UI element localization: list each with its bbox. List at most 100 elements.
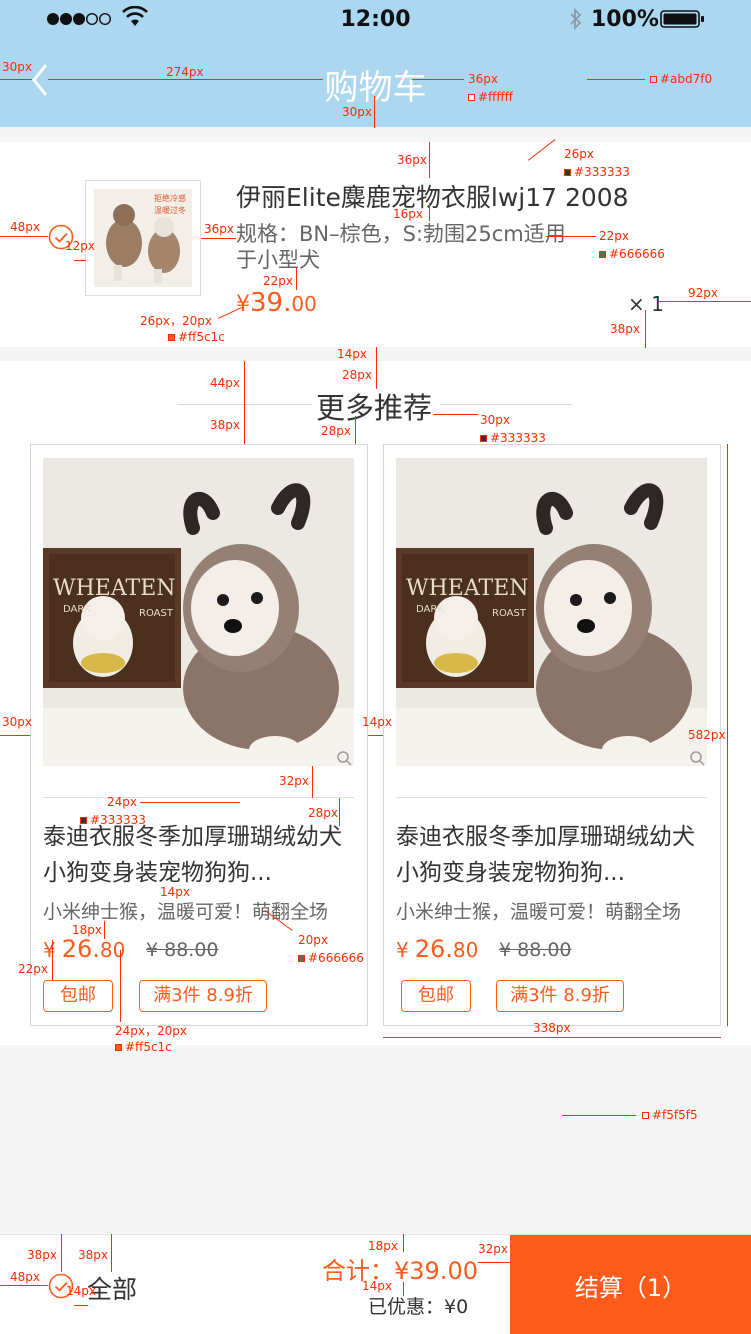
- image-sub-text-2: ROAST: [492, 608, 526, 619]
- battery-icon: [660, 9, 706, 29]
- product-title[interactable]: 泰迪衣服冬季加厚珊瑚绒幼犬小狗变身装宠物狗狗...: [396, 819, 714, 891]
- annotation-label: 14px: [362, 715, 392, 729]
- annotation-color-text: #333333: [90, 813, 146, 827]
- product-thumbnail[interactable]: 拒绝冷感 温暖过冬: [85, 180, 201, 296]
- annotation-label: 38px: [78, 1248, 108, 1262]
- color-swatch: [115, 1044, 122, 1051]
- free-shipping-tag: 包邮: [401, 980, 471, 1012]
- annotation-color: #ff5c1c: [168, 330, 225, 344]
- product-image[interactable]: WHEATEN DARK ROAST: [396, 458, 707, 766]
- product-title[interactable]: 泰迪衣服冬季加厚珊瑚绒幼犬小狗变身装宠物狗狗...: [43, 819, 361, 891]
- annotation-color: #333333: [80, 813, 146, 827]
- price-decimal: 80: [99, 938, 126, 962]
- card-divider: [43, 797, 354, 798]
- annotation-label: 14px: [337, 347, 367, 361]
- annotation-label: 12px: [65, 239, 95, 253]
- product-price: ¥26.80: [43, 935, 125, 963]
- annotation-line: [339, 798, 340, 826]
- color-swatch: [564, 169, 571, 176]
- discount-tag: 满3件 8.9折: [139, 980, 267, 1012]
- annotation-line: [374, 96, 375, 128]
- annotation-line: [368, 735, 383, 736]
- price-symbol: ¥: [43, 938, 56, 962]
- total-value: ¥39.00: [394, 1257, 478, 1285]
- annotation-label: 14px: [160, 885, 190, 899]
- title-divider-left: [178, 404, 312, 405]
- product-spec: 规格：BN–棕色，S:勃围25cm适用于小型犬: [236, 222, 566, 272]
- image-sub-text-1: DARK: [63, 604, 91, 615]
- annotation-line: [376, 347, 377, 361]
- image-sub-text-2: ROAST: [139, 608, 173, 619]
- annotation-label: 338px: [533, 1021, 571, 1035]
- annotation-line: [546, 236, 596, 237]
- title-divider-right: [440, 404, 572, 405]
- product-name[interactable]: 伊丽Elite麋鹿宠物衣服lwj17 2008: [236, 178, 636, 214]
- annotation-line: [376, 361, 377, 389]
- annotation-line: [296, 268, 297, 290]
- annotation-label: 26px，20px: [140, 314, 212, 328]
- annotation-color-text: #ff5c1c: [125, 1040, 172, 1054]
- product-card[interactable]: WHEATEN DARK ROAST 泰迪衣服冬季加厚珊瑚绒幼犬小狗变身装宠物狗…: [383, 444, 721, 1026]
- annotation-color: #333333: [564, 165, 630, 179]
- annotation-color: #ffffff: [468, 90, 513, 104]
- annotation-label: 30px: [2, 60, 32, 74]
- annotation-label: 30px: [342, 105, 372, 119]
- annotation-line: [74, 1305, 88, 1306]
- annotation-line: [587, 79, 645, 80]
- price-integer: 26.: [414, 935, 453, 963]
- annotation-color-text: #ff5c1c: [178, 330, 225, 344]
- annotation-line: [244, 361, 245, 444]
- annotation-label: 18px: [72, 923, 102, 937]
- annotation-line: [312, 766, 313, 798]
- annotation-label: 18px: [368, 1239, 398, 1253]
- annotation-line: [562, 1115, 636, 1116]
- annotation-label: 24px，20px: [115, 1024, 187, 1038]
- color-swatch: [480, 435, 487, 442]
- annotation-color: #666666: [298, 951, 364, 965]
- annotation-label: 28px: [321, 424, 351, 438]
- cart-item: 拒绝冷感 温暖过冬 伊丽Elite麋鹿宠物衣服lwj17 2008 规格：BN–…: [0, 142, 751, 347]
- annotation-line: [355, 416, 356, 444]
- annotation-line: [104, 921, 105, 939]
- status-bar: 12:00 100%: [0, 0, 751, 40]
- annotation-label: 24px: [107, 795, 137, 809]
- annotation-color: #ff5c1c: [115, 1040, 172, 1054]
- page-title: 购物车: [324, 68, 427, 108]
- annotation-line: [412, 79, 464, 80]
- annotation-label: 36px: [397, 153, 427, 167]
- annotation-color-text: #666666: [609, 247, 665, 261]
- annotation-label: 32px: [279, 774, 309, 788]
- annotation-label: 36px: [204, 222, 234, 236]
- annotation-line: [52, 940, 53, 980]
- checkout-button[interactable]: 结算（1）: [510, 1235, 751, 1334]
- annotation-color-text: #333333: [574, 165, 630, 179]
- annotation-line: [140, 802, 240, 803]
- product-image[interactable]: WHEATEN DARK ROAST: [43, 458, 354, 766]
- annotation-line: [429, 203, 430, 221]
- annotation-color: #333333: [480, 431, 546, 445]
- annotation-label: 48px: [10, 1270, 40, 1284]
- price-symbol: ¥: [236, 292, 250, 317]
- annotation-label: 30px: [2, 715, 32, 729]
- annotation-line: [383, 1037, 721, 1038]
- thumb-tag-line1: 拒绝冷感: [154, 194, 186, 203]
- color-swatch: [650, 76, 657, 83]
- annotation-label: 48px: [10, 220, 40, 234]
- price-integer: 39.: [250, 288, 292, 318]
- annotation-label: 38px: [610, 322, 640, 336]
- annotation-line: [403, 1282, 404, 1296]
- annotation-label: 38px: [27, 1248, 57, 1262]
- image-brand-text: WHEATEN: [53, 576, 176, 601]
- annotation-line: [0, 735, 30, 736]
- annotation-label: 20px: [298, 933, 328, 947]
- annotation-line: [727, 444, 728, 1026]
- annotation-line: [645, 310, 646, 348]
- price-symbol: ¥: [396, 938, 409, 962]
- annotation-line: [429, 142, 430, 178]
- annotation-label: 582px: [688, 728, 726, 742]
- annotation-line: [658, 301, 751, 302]
- recommend-title: 更多推荐: [316, 391, 433, 425]
- annotation-label: 22px: [263, 274, 293, 288]
- annotation-color-text: #333333: [490, 431, 546, 445]
- annotation-label: 32px: [478, 1242, 508, 1256]
